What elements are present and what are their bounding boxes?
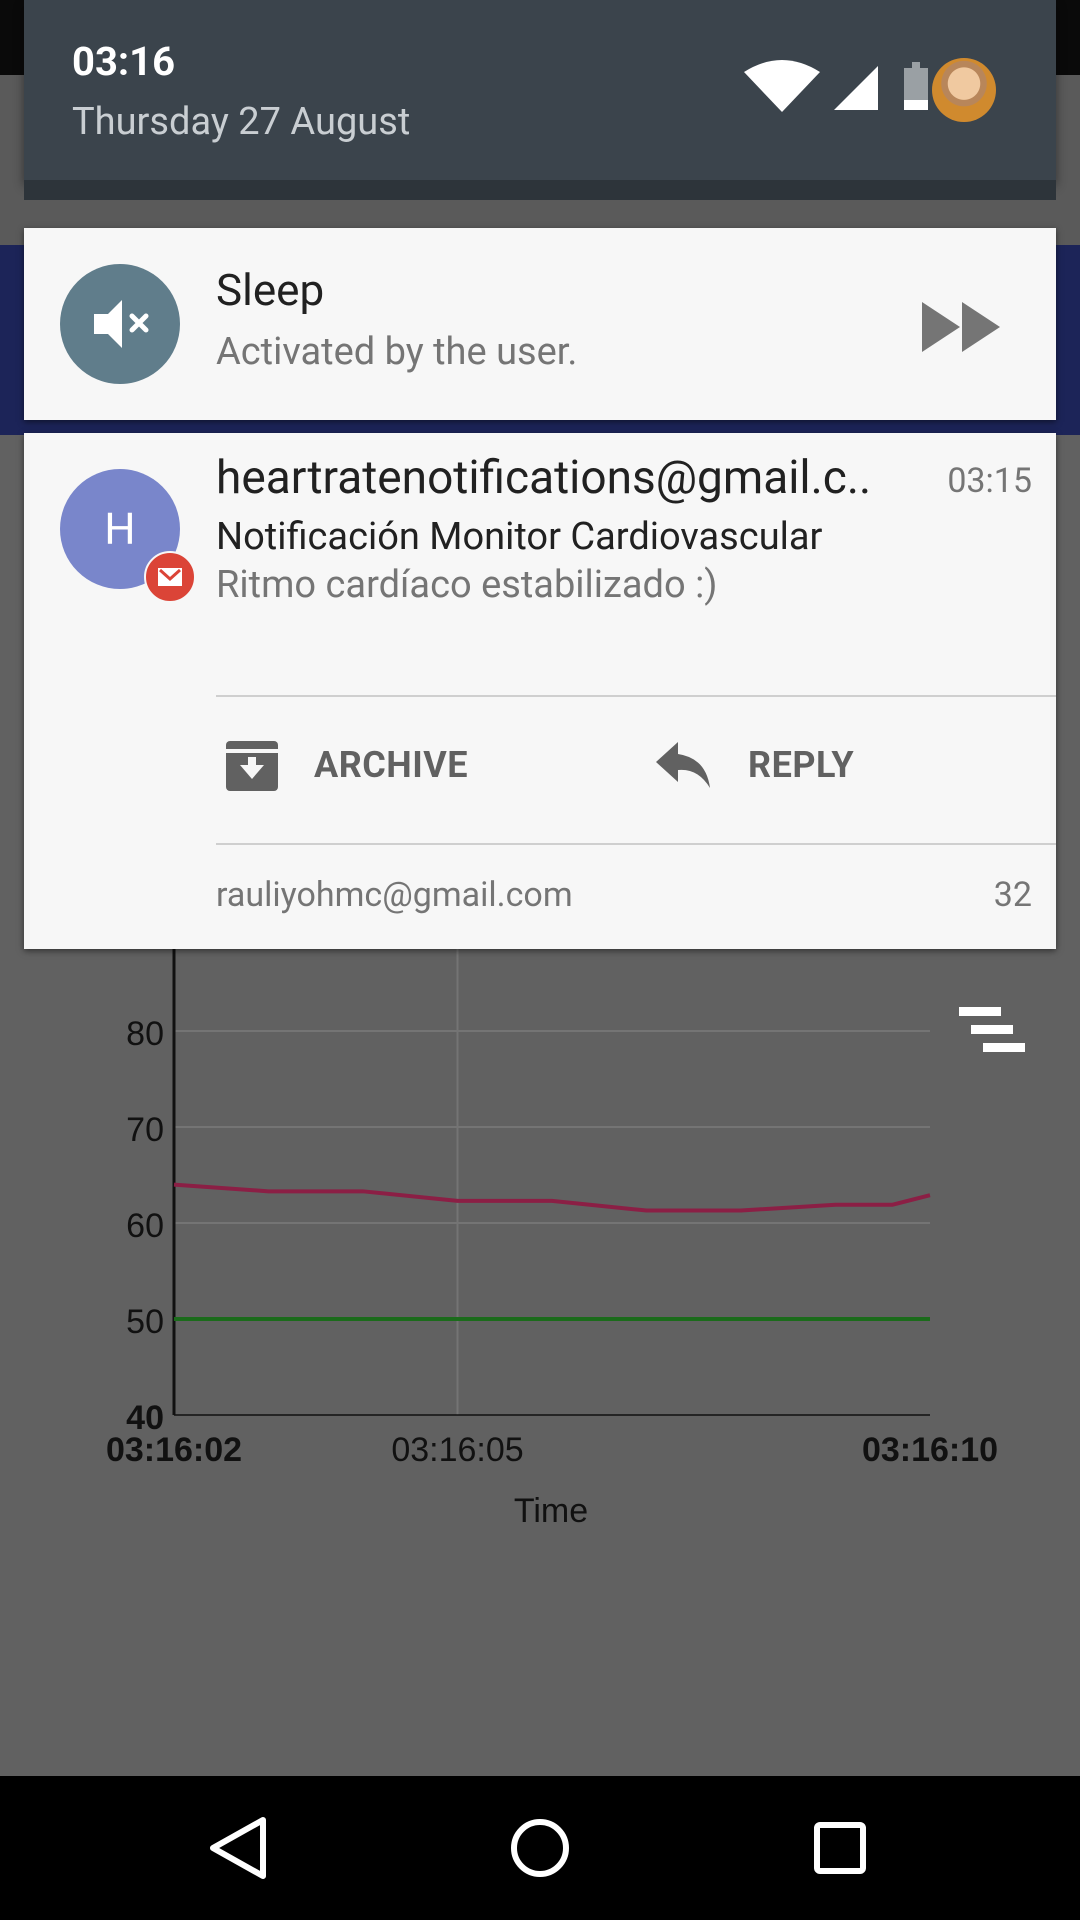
unread-count: 32 (993, 875, 1032, 915)
notification-subtitle: Activated by the user. (216, 330, 578, 374)
sleep-notification[interactable]: Sleep Activated by the user. (24, 228, 1056, 420)
date[interactable]: Thursday 27 August (72, 100, 410, 144)
email-time: 03:15 (947, 461, 1032, 501)
back-icon[interactable] (195, 1812, 285, 1884)
home-icon[interactable] (495, 1812, 585, 1884)
notification-title: Sleep (216, 264, 325, 316)
email-sender: heartratenotifications@gmail.c.. (216, 451, 872, 505)
account-email: rauliyohmc@gmail.com (216, 875, 573, 915)
archive-button[interactable]: ARCHIVE (224, 733, 468, 797)
archive-icon (226, 741, 278, 791)
reply-icon (656, 742, 710, 788)
clock: 03:16 (72, 38, 176, 85)
fast-forward-icon[interactable] (920, 300, 1004, 354)
recents-icon[interactable] (795, 1812, 885, 1884)
chart-svg: 405060708003:16:02 03:16:05 03:16:10Time (106, 940, 998, 1530)
divider (216, 695, 1056, 697)
user-avatar[interactable] (932, 58, 996, 122)
battery-icon (904, 62, 928, 110)
y-tick-label: 80 (126, 1015, 164, 1053)
archive-label: ARCHIVE (314, 744, 469, 786)
email-notification[interactable]: H heartratenotifications@gmail.c.. 03:15… (24, 433, 1056, 949)
quick-settings-header[interactable]: 03:16 Thursday 27 August (24, 0, 1056, 180)
x-tick-label: 03:16:10 (862, 1431, 998, 1469)
wifi-icon (744, 60, 820, 112)
x-tick-label: 03:16:05 (391, 1431, 523, 1469)
email-subject: Notificación Monitor Cardiovascular (216, 515, 823, 559)
heart-rate-chart: 40 50 60 70 80 03:16:02 03:16:05 03:16:10 Time (0, 940, 1080, 1560)
reply-label: REPLY (748, 744, 855, 786)
signal-icon (834, 66, 878, 110)
y-tick-label: 50 (126, 1303, 164, 1341)
shade-divider (24, 180, 1056, 200)
y-tick-label: 70 (126, 1111, 164, 1149)
series-line-0 (173, 1182, 931, 1213)
email-body: Ritmo cardíaco estabilizado :) (216, 563, 718, 607)
gmail-icon (144, 551, 196, 603)
mute-icon (60, 264, 180, 384)
reply-button[interactable]: REPLY (654, 733, 854, 797)
x-tick-label: 03:16:02 (106, 1431, 242, 1469)
sort-icon[interactable] (955, 1005, 1030, 1060)
divider (216, 843, 1056, 845)
x-axis-label: Time (514, 1492, 588, 1530)
y-tick-label: 60 (126, 1207, 164, 1245)
